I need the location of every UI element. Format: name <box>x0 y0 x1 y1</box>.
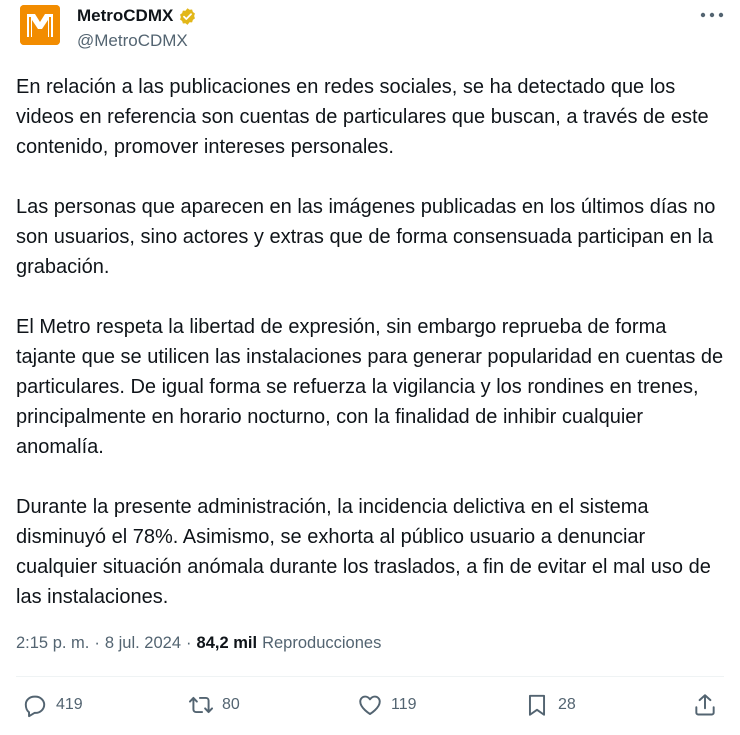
author-block: MetroCDMX @MetroCDMX <box>77 4 197 51</box>
share-button[interactable] <box>692 690 718 720</box>
tweet-paragraph: En relación a las publicaciones en redes… <box>16 76 709 158</box>
action-bar: 419 80 119 28 <box>0 690 740 720</box>
tweet-header: MetroCDMX @MetroCDMX <box>0 0 740 70</box>
reply-count: 419 <box>56 696 83 713</box>
share-icon <box>695 694 715 716</box>
like-button[interactable]: 119 <box>357 690 417 720</box>
views-count[interactable]: 84,2 mil <box>197 634 258 653</box>
tweet-time[interactable]: 2:15 p. m. <box>16 634 89 653</box>
tweet-meta: 2:15 p. m. · 8 jul. 2024 · 84,2 mil Repr… <box>16 630 381 656</box>
retweet-icon <box>188 696 214 714</box>
meta-separator: · <box>94 633 100 652</box>
like-count: 119 <box>391 696 417 713</box>
bookmark-count: 28 <box>558 696 576 713</box>
divider <box>16 676 724 677</box>
display-name[interactable]: MetroCDMX <box>77 6 173 26</box>
retweet-count: 80 <box>222 696 240 713</box>
avatar[interactable] <box>20 5 60 45</box>
account-handle[interactable]: @MetroCDMX <box>77 31 197 51</box>
reply-icon <box>24 695 46 718</box>
tweet-paragraph: Las personas que aparecen en las imágene… <box>16 196 716 278</box>
tweet-text: En relación a las publicaciones en redes… <box>16 72 728 612</box>
tweet-paragraph: Durante la presente administración, la i… <box>16 496 711 608</box>
verified-badge-icon[interactable] <box>178 7 197 26</box>
tweet-date[interactable]: 8 jul. 2024 <box>105 634 181 653</box>
more-options-icon[interactable] <box>698 8 726 22</box>
bookmark-button[interactable]: 28 <box>524 690 576 720</box>
tweet-paragraph: El Metro respeta la libertad de expresió… <box>16 316 724 458</box>
meta-separator: · <box>186 633 192 652</box>
reply-button[interactable]: 419 <box>22 690 83 720</box>
views-label[interactable]: Reproducciones <box>262 634 381 653</box>
metro-logo-icon <box>20 5 60 45</box>
like-icon <box>359 695 381 715</box>
retweet-button[interactable]: 80 <box>188 690 240 720</box>
bookmark-icon <box>528 694 546 716</box>
